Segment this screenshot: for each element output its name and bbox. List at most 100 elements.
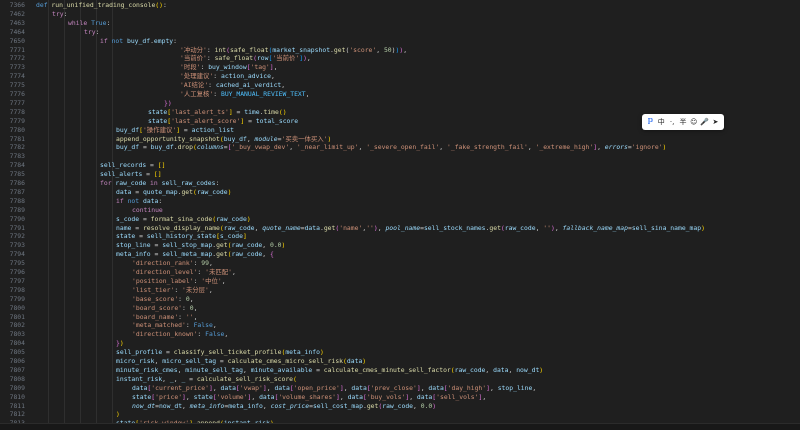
line-number: 7811 — [9, 401, 25, 410]
code-text: buy_df = buy_df.drop(columns=['_buy_vwap… — [116, 143, 667, 152]
code-text: append_opportunity_snapshot(buy_df, modu… — [116, 134, 332, 143]
line-number: 7800 — [9, 303, 25, 312]
code-text: def run_unified_trading_console(): — [36, 1, 167, 9]
ime-emoji-icon[interactable]: ☺ — [689, 114, 699, 130]
code-text: if not data: — [116, 196, 163, 205]
line-number: 7805 — [9, 348, 25, 357]
code-text: buy_df['操作建议'] = action_list — [116, 125, 234, 134]
ime-logo-icon[interactable]: ℙ — [645, 114, 655, 130]
code-line[interactable]: 7805 sell_profile = classify_sell_ticket_… — [0, 348, 800, 357]
code-line[interactable]: 7792 state = sell_history_state[s_code] — [0, 232, 800, 241]
code-text: '处理建议': action_advice, — [180, 72, 275, 81]
line-number: 7774 — [9, 72, 25, 81]
code-line[interactable]: 7797 'position_label': '中位', — [0, 277, 800, 286]
line-number: 7810 — [9, 392, 25, 401]
ime-halfwidth-icon[interactable]: 半 — [678, 114, 688, 130]
code-line[interactable]: 7790 s_code = format_sina_code(raw_code) — [0, 215, 800, 224]
code-line[interactable]: 7464 try: — [0, 28, 800, 37]
line-number: 7796 — [9, 268, 25, 276]
line-number: 7798 — [9, 285, 25, 294]
code-line[interactable]: 7804}) — [0, 339, 800, 348]
line-number: 7771 — [9, 45, 25, 54]
code-text: }) — [164, 98, 172, 107]
line-number: 7775 — [9, 81, 25, 90]
code-line[interactable]: 7812) — [0, 410, 800, 419]
code-line[interactable]: 7785 sell_alerts = [] — [0, 170, 800, 179]
code-line[interactable]: 7787 data = quote_map.get(raw_code) — [0, 188, 800, 197]
line-number: 7785 — [9, 170, 25, 179]
code-text: 'meta_matched': False, — [132, 321, 217, 330]
line-number: 7793 — [9, 241, 25, 250]
code-text: try: — [84, 27, 100, 36]
line-number: 7806 — [9, 357, 25, 365]
code-line[interactable]: 7806 micro_risk, micro_sell_tag = calcula… — [0, 357, 800, 366]
line-number: 7782 — [9, 143, 25, 152]
code-line[interactable]: 7777}) — [0, 99, 800, 108]
line-number: 7777 — [9, 98, 25, 107]
code-line[interactable]: 7802 'meta_matched': False, — [0, 321, 800, 330]
line-number: 7809 — [9, 383, 25, 392]
code-line[interactable]: 7775 'AI结论': cached_ai_verdict, — [0, 81, 800, 90]
ime-voice-icon[interactable]: 🎤 — [700, 114, 710, 130]
code-line[interactable]: 7799 'base_score': 0, — [0, 295, 800, 304]
code-line[interactable]: 7788 if not data: — [0, 197, 800, 206]
code-line[interactable]: 7784 sell_records = [] — [0, 161, 800, 170]
code-line[interactable]: 7776 '人工复核': BUY_MANUAL_REVIEW_TEXT, — [0, 90, 800, 99]
code-editor[interactable]: 7366 def run_unified_trading_console(): 74… — [0, 0, 800, 424]
code-line[interactable]: 7771 '冲动分': int(safe_float(market_snapsho… — [0, 46, 800, 55]
code-text: state['last_alert_ts'] = time.time() — [148, 107, 287, 116]
line-number: 7650 — [9, 36, 25, 45]
code-line[interactable]: 7800 'board_score': 0, — [0, 304, 800, 313]
ime-punctuation-icon[interactable]: ·, — [667, 114, 677, 130]
line-number: 7464 — [9, 27, 25, 36]
code-line[interactable]: 7795 'direction_rank': 99, — [0, 259, 800, 268]
line-number: 7780 — [9, 125, 25, 134]
code-text: data['current_price'], data['vwap'], dat… — [132, 383, 537, 392]
code-line[interactable]: 7782 buy_df = buy_df.drop(columns=['_buy_… — [0, 143, 800, 152]
code-text: }) — [116, 339, 124, 348]
code-line[interactable]: 7462 try: — [0, 10, 800, 19]
line-number: 7784 — [9, 161, 25, 170]
code-text: '人工复核': BUY_MANUAL_REVIEW_TEXT, — [180, 90, 310, 98]
code-line[interactable]: 7794 meta_info = sell_meta_map.get(raw_co… — [0, 250, 800, 259]
code-line[interactable]: 7803 'direction_known': False, — [0, 330, 800, 339]
line-number: 7776 — [9, 90, 25, 98]
code-line[interactable]: 7809 data['current_price'], data['vwap'],… — [0, 384, 800, 393]
code-text: '时段': buy_window['tag'], — [180, 63, 278, 72]
line-number: 7797 — [9, 276, 25, 285]
code-line[interactable]: 7773 '时段': buy_window['tag'], — [0, 63, 800, 72]
code-text: if not buy_df.empty: — [100, 36, 178, 45]
code-line[interactable]: 7789 continue — [0, 206, 800, 215]
code-line[interactable]: 7798 'list_tier': '未分层', — [0, 286, 800, 295]
code-text: 'direction_level': '未匹配', — [132, 268, 236, 276]
code-line[interactable]: 7791 name = resolve_display_name(raw_code… — [0, 224, 800, 233]
code-line[interactable]: 7810 state['price'], state['volume'], dat… — [0, 393, 800, 402]
line-number: 7795 — [9, 259, 25, 268]
code-text: 'board_name': '', — [132, 312, 198, 321]
code-text: for raw_code in sell_raw_codes: — [100, 179, 220, 187]
code-line[interactable]: 7811 now_dt=now_dt, meta_info=meta_info, … — [0, 402, 800, 411]
code-line[interactable]: 7807 minute_risk_cmes, minute_sell_tag, m… — [0, 366, 800, 375]
code-text: sell_alerts = [] — [100, 170, 162, 179]
code-line[interactable]: 7463 while True: — [0, 19, 800, 28]
code-text: micro_risk, micro_sell_tag = calculate_c… — [116, 357, 367, 365]
code-line[interactable]: 7786 for raw_code in sell_raw_codes: — [0, 179, 800, 188]
code-text: instant_risk, _, _ = calculate_sell_risk… — [116, 374, 297, 383]
code-line[interactable]: 7793 stop_line = sell_stop_map.get(raw_co… — [0, 241, 800, 250]
code-line[interactable]: 7366 def run_unified_trading_console(): — [0, 1, 800, 10]
code-line[interactable]: 7774 '处理建议': action_advice, — [0, 72, 800, 81]
ime-chinese-mode[interactable]: 中 — [656, 114, 666, 130]
code-text: 'direction_known': False, — [132, 330, 229, 339]
line-number: 7801 — [9, 312, 25, 321]
code-line[interactable]: 7781 append_opportunity_snapshot(buy_df, … — [0, 135, 800, 144]
code-text: sell_profile = classify_sell_ticket_prof… — [116, 348, 324, 357]
code-line[interactable]: 7796 'direction_level': '未匹配', — [0, 268, 800, 277]
ime-send-icon[interactable]: ➤ — [710, 114, 720, 130]
code-line[interactable]: 7783 — [0, 152, 800, 161]
code-line[interactable]: 7772 '当前价': safe_float(row['当前价']), — [0, 54, 800, 63]
code-line[interactable]: 7808 instant_risk, _, _ = calculate_sell_… — [0, 375, 800, 384]
code-line[interactable]: 7801 'board_name': '', — [0, 313, 800, 322]
line-number: 7778 — [9, 107, 25, 116]
line-number: 7773 — [9, 63, 25, 72]
code-line[interactable]: 7650 if not buy_df.empty: — [0, 37, 800, 46]
